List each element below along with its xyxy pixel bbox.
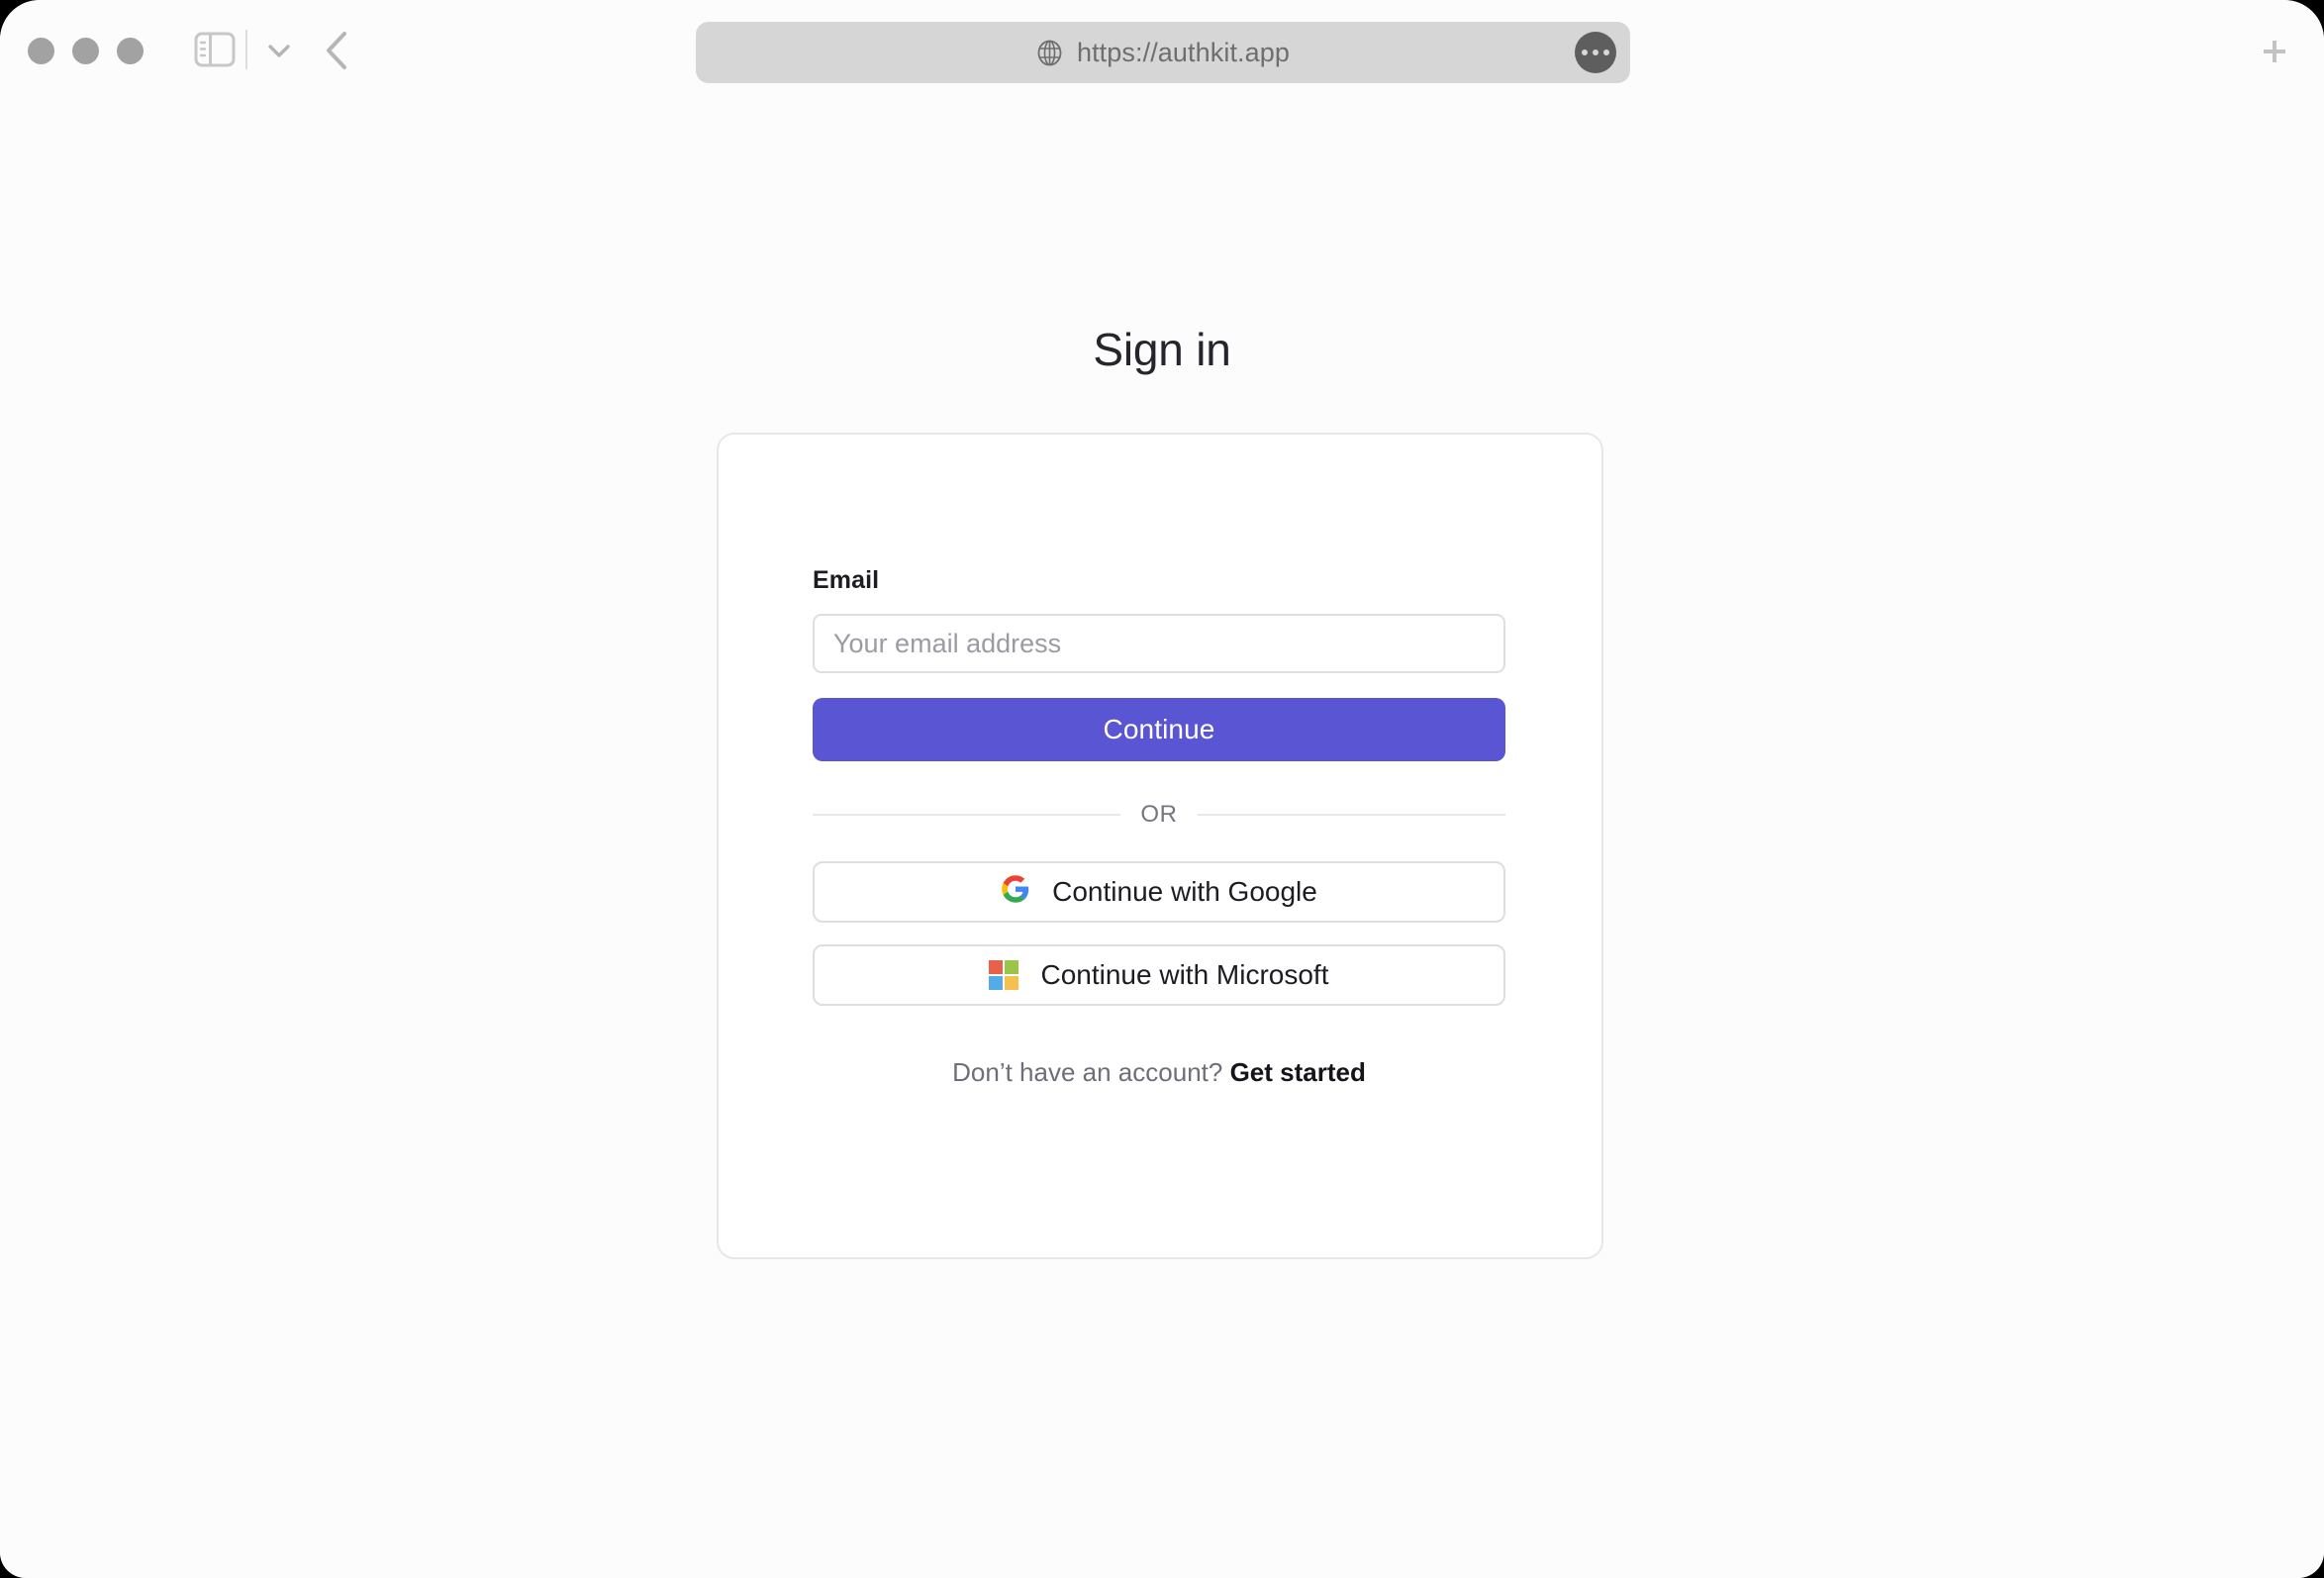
get-started-link[interactable]: Get started xyxy=(1230,1057,1366,1087)
continue-button-label: Continue xyxy=(1103,714,1215,744)
page-title: Sign in xyxy=(1093,324,1231,375)
microsoft-icon xyxy=(989,960,1019,990)
email-label: Email xyxy=(813,566,880,594)
page-content: Sign in Email Continue OR xyxy=(0,103,2324,1578)
url-group: https://authkit.app xyxy=(1036,38,1290,68)
sign-in-form: Email Continue OR xyxy=(813,435,1507,1088)
back-button[interactable] xyxy=(317,26,360,75)
continue-with-microsoft-label: Continue with Microsoft xyxy=(1040,959,1329,990)
maximize-window-button[interactable] xyxy=(117,38,144,64)
address-bar[interactable]: https://authkit.app xyxy=(696,22,1630,83)
or-divider: OR xyxy=(813,801,1506,829)
close-window-button[interactable] xyxy=(28,38,54,64)
sidebar-icon[interactable] xyxy=(194,32,236,67)
minimize-window-button[interactable] xyxy=(72,38,99,64)
browser-window: https://authkit.app Sign in Email Contin… xyxy=(0,0,2324,1578)
divider-label: OR xyxy=(1140,801,1178,828)
ellipsis-icon[interactable] xyxy=(1575,32,1616,73)
browser-toolbar: https://authkit.app xyxy=(0,0,2324,103)
globe-icon xyxy=(1036,40,1063,66)
continue-button[interactable]: Continue xyxy=(813,698,1505,761)
signup-prompt: Don’t have an account? xyxy=(952,1057,1223,1087)
google-icon xyxy=(1001,874,1030,911)
divider-rule-left xyxy=(813,814,1121,816)
continue-with-google-button[interactable]: Continue with Google xyxy=(813,861,1505,923)
chevron-down-icon[interactable] xyxy=(261,34,297,67)
url-text: https://authkit.app xyxy=(1076,37,1291,67)
plus-icon[interactable] xyxy=(2253,30,2296,73)
signup-row: Don’t have an account? Get started xyxy=(813,1057,1505,1088)
continue-with-google-label: Continue with Google xyxy=(1052,876,1317,907)
toolbar-divider xyxy=(245,30,247,69)
continue-with-microsoft-button[interactable]: Continue with Microsoft xyxy=(813,944,1505,1006)
sign-in-card: Email Continue OR xyxy=(717,433,1603,1259)
window-controls xyxy=(28,38,144,64)
email-input[interactable] xyxy=(813,614,1505,673)
divider-rule-right xyxy=(1197,814,1506,816)
